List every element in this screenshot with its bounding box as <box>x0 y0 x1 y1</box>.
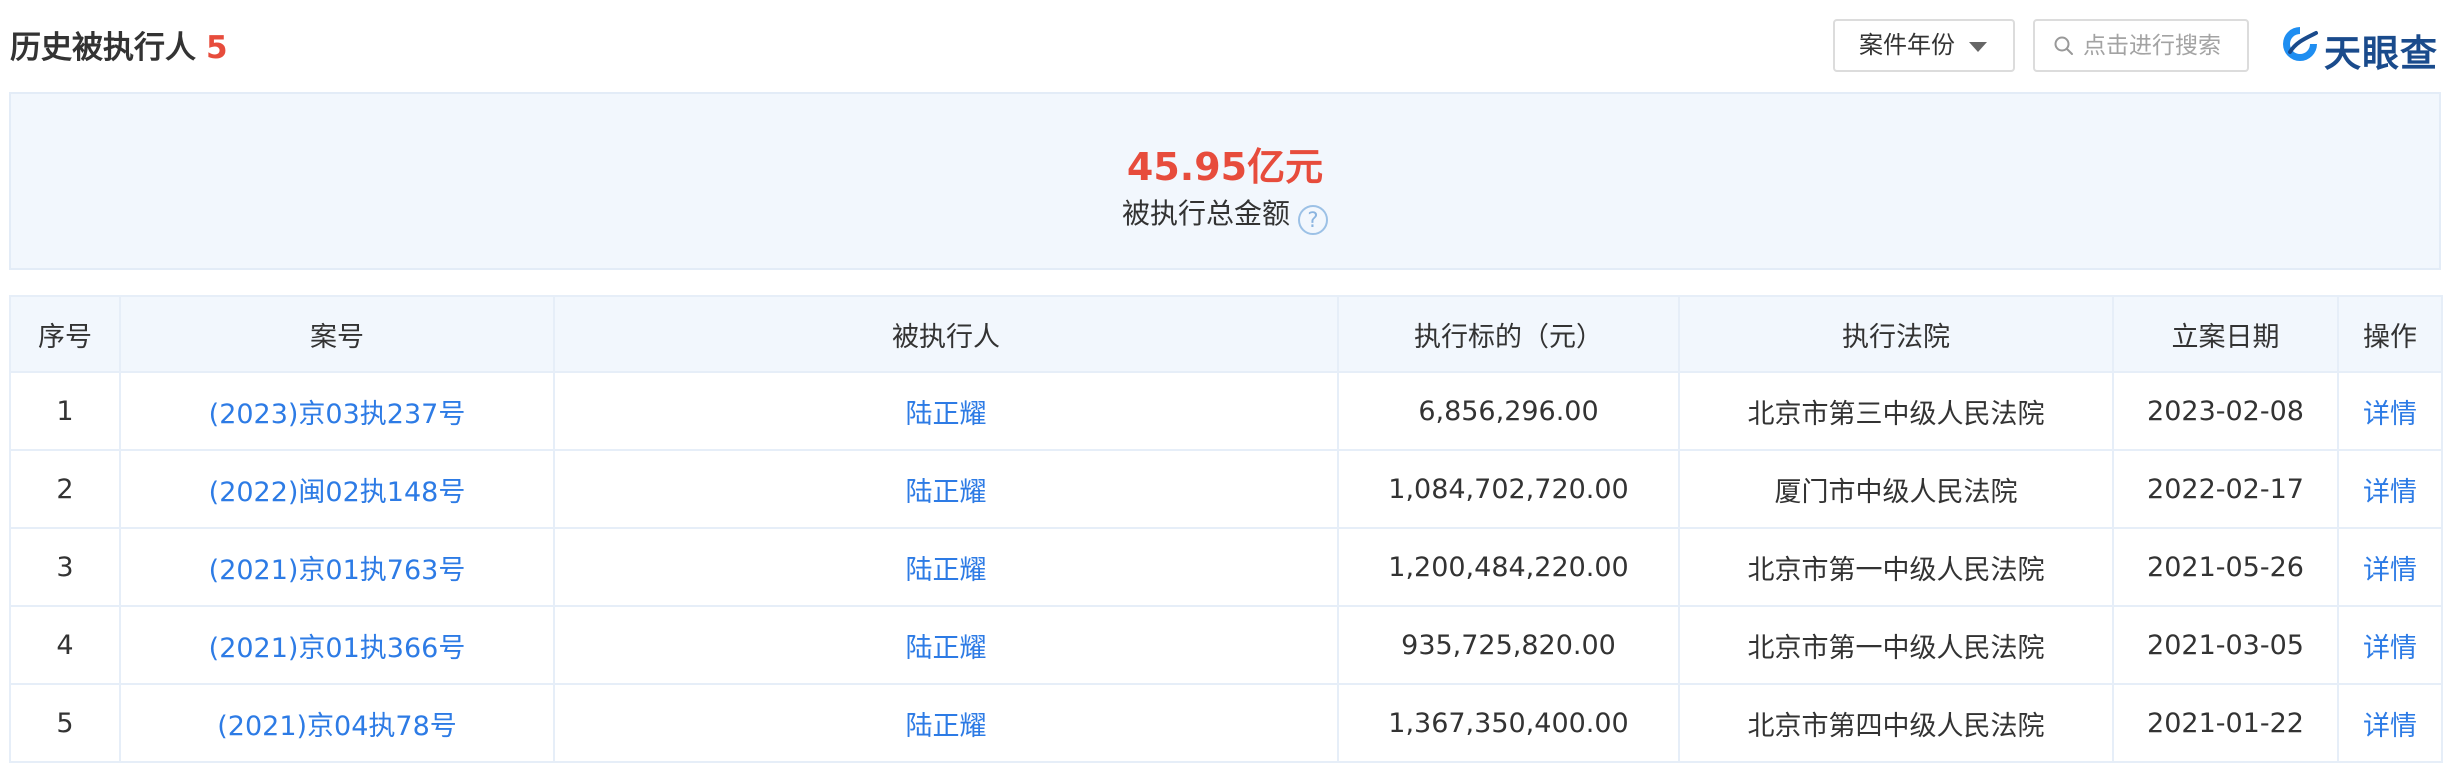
section-header: 历史被执行人 5 案件年份 天眼查 <box>0 0 2450 92</box>
execution-court: 厦门市中级人民法院 <box>1678 449 2114 529</box>
page: 历史被执行人 5 案件年份 天眼查 45.95亿元 被执行总金额? <box>0 0 2450 776</box>
table-header-row: 序号 案号 被执行人 执行标的（元） 执行法院 立案日期 操作 <box>9 295 2443 373</box>
row-index: 2 <box>9 449 121 529</box>
execution-amount: 6,856,296.00 <box>1337 371 1680 451</box>
execution-court: 北京市第四中级人民法院 <box>1678 683 2114 763</box>
execution-court: 北京市第三中级人民法院 <box>1678 371 2114 451</box>
table-row: 5 (2021)京04执78号 陆正耀 1,367,350,400.00 北京市… <box>9 683 2443 763</box>
logo-text: 天眼查 <box>2324 32 2438 75</box>
row-index: 5 <box>9 683 121 763</box>
details-link[interactable]: 详情 <box>2363 711 2417 742</box>
execution-amount: 1,367,350,400.00 <box>1337 683 1680 763</box>
column-header-index: 序号 <box>9 295 121 373</box>
case-number-link[interactable]: (2021)京01执366号 <box>209 633 466 664</box>
filing-date: 2023-02-08 <box>2112 371 2339 451</box>
tianyancha-logo-icon <box>2283 27 2318 61</box>
column-header-date: 立案日期 <box>2112 295 2339 373</box>
filing-date: 2021-03-05 <box>2112 605 2339 685</box>
executed-person-link[interactable]: 陆正耀 <box>906 555 987 586</box>
executed-person-link[interactable]: 陆正耀 <box>906 399 987 430</box>
row-index: 1 <box>9 371 121 451</box>
column-header-amount: 执行标的（元） <box>1337 295 1680 373</box>
executed-person-link[interactable]: 陆正耀 <box>906 711 987 742</box>
total-amount-summary: 45.95亿元 被执行总金额? <box>9 92 2441 270</box>
filing-date: 2021-05-26 <box>2112 527 2339 607</box>
search-icon <box>2054 36 2073 55</box>
row-index: 3 <box>9 527 121 607</box>
executed-person-link[interactable]: 陆正耀 <box>906 477 987 508</box>
execution-amount: 1,200,484,220.00 <box>1337 527 1680 607</box>
column-header-person: 被执行人 <box>553 295 1339 373</box>
row-index: 4 <box>9 605 121 685</box>
details-link[interactable]: 详情 <box>2363 555 2417 586</box>
case-number-link[interactable]: (2022)闽02执148号 <box>209 477 466 508</box>
table-row: 1 (2023)京03执237号 陆正耀 6,856,296.00 北京市第三中… <box>9 371 2443 451</box>
question-circle-icon[interactable]: ? <box>1298 205 1328 235</box>
section-title: 历史被执行人 5 <box>10 22 228 67</box>
total-amount-label-row: 被执行总金额? <box>11 192 2439 235</box>
case-year-dropdown[interactable]: 案件年份 <box>1833 19 2015 72</box>
filing-date: 2021-01-22 <box>2112 683 2339 763</box>
history-executed-table: 序号 案号 被执行人 执行标的（元） 执行法院 立案日期 操作 1 (2023)… <box>9 295 2443 763</box>
caret-down-icon <box>1969 42 1987 52</box>
execution-court: 北京市第一中级人民法院 <box>1678 527 2114 607</box>
record-count: 5 <box>206 30 228 66</box>
table-row: 3 (2021)京01执763号 陆正耀 1,200,484,220.00 北京… <box>9 527 2443 607</box>
filing-date: 2022-02-17 <box>2112 449 2339 529</box>
case-year-dropdown-label: 案件年份 <box>1859 31 1955 59</box>
details-link[interactable]: 详情 <box>2363 633 2417 664</box>
search-box[interactable] <box>2033 19 2249 72</box>
section-title-text: 历史被执行人 <box>10 30 196 66</box>
column-header-case-no: 案号 <box>119 295 555 373</box>
execution-court: 北京市第一中级人民法院 <box>1678 605 2114 685</box>
case-number-link[interactable]: (2021)京04执78号 <box>217 711 457 742</box>
table-row: 2 (2022)闽02执148号 陆正耀 1,084,702,720.00 厦门… <box>9 449 2443 529</box>
details-link[interactable]: 详情 <box>2363 477 2417 508</box>
case-number-link[interactable]: (2021)京01执763号 <box>209 555 466 586</box>
execution-amount: 935,725,820.00 <box>1337 605 1680 685</box>
total-amount-value: 45.95亿元 <box>1126 145 1324 189</box>
details-link[interactable]: 详情 <box>2363 399 2417 430</box>
executed-person-link[interactable]: 陆正耀 <box>906 633 987 664</box>
case-number-link[interactable]: (2023)京03执237号 <box>209 399 466 430</box>
execution-amount: 1,084,702,720.00 <box>1337 449 1680 529</box>
column-header-action: 操作 <box>2337 295 2443 373</box>
total-amount-label: 被执行总金额 <box>1121 197 1290 230</box>
column-header-court: 执行法院 <box>1678 295 2114 373</box>
search-input[interactable] <box>2083 21 2243 70</box>
table-row: 4 (2021)京01执366号 陆正耀 935,725,820.00 北京市第… <box>9 605 2443 685</box>
